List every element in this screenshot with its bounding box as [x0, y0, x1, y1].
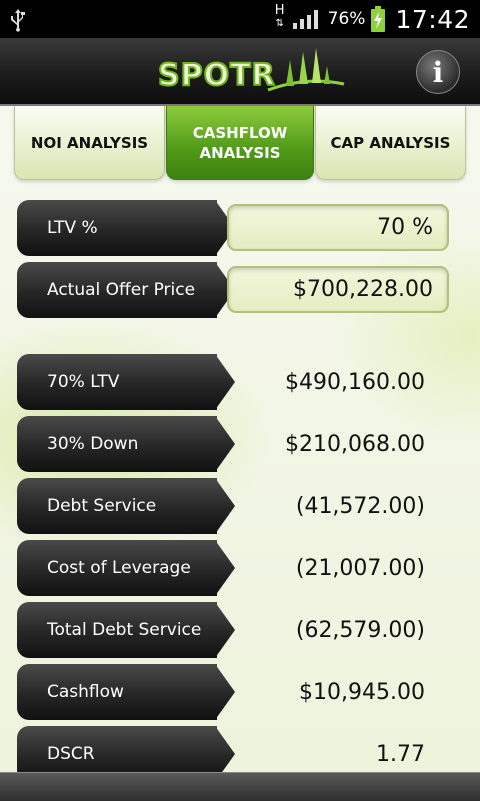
analysis-tabs: NOI ANALYSIS CASHFLOW ANALYSIS CAP ANALY…	[14, 106, 466, 181]
cost-of-leverage-row: Cost of Leverage (21,007.00)	[17, 540, 463, 596]
network-type-icon: H ⇅	[274, 2, 285, 29]
row-label: DSCR	[17, 726, 217, 772]
status-bar: H ⇅ 76% 17:42	[0, 0, 480, 38]
row-label: Cashflow	[17, 664, 217, 720]
signal-icon	[292, 10, 318, 29]
info-button[interactable]: i	[416, 50, 460, 94]
battery-percent: 76%	[327, 9, 366, 29]
tab-label: NOI ANALYSIS	[30, 133, 149, 152]
row-value: 1.77	[376, 741, 425, 767]
dscr-row: DSCR 1.77	[17, 726, 463, 772]
usb-icon	[11, 9, 25, 32]
row-value: (41,572.00)	[295, 493, 425, 519]
row-label: Cost of Leverage	[17, 540, 217, 596]
app-header: SPOTR i	[0, 38, 480, 106]
down-payment-row: 30% Down $210,068.00	[17, 416, 463, 472]
spotr-logo: SPOTR	[157, 46, 345, 98]
tab-label: CASHFLOW ANALYSIS	[192, 123, 288, 162]
row-value: (62,579.00)	[295, 617, 425, 643]
buildings-icon	[267, 48, 345, 92]
battery-charging-icon	[371, 6, 386, 32]
logo-text: SPOTR	[157, 57, 276, 94]
row-label: Total Debt Service	[17, 602, 217, 658]
info-icon: i	[432, 55, 444, 89]
cashflow-content: NOI ANALYSIS CASHFLOW ANALYSIS CAP ANALY…	[0, 106, 480, 772]
row-label: 30% Down	[17, 416, 217, 472]
debt-service-row: Debt Service (41,572.00)	[17, 478, 463, 534]
ltv-percent-field[interactable]: 70 %	[227, 204, 449, 251]
tab-label: CAP ANALYSIS	[330, 133, 451, 152]
row-value: $10,945.00	[299, 679, 425, 705]
cashflow-row: Cashflow $10,945.00	[17, 664, 463, 720]
offer-price-row: Actual Offer Price $700,228.00	[17, 262, 463, 318]
row-value: $210,068.00	[285, 431, 425, 457]
row-label: LTV %	[17, 200, 217, 256]
total-debt-service-row: Total Debt Service (62,579.00)	[17, 602, 463, 658]
tab-cashflow-analysis[interactable]: CASHFLOW ANALYSIS	[166, 106, 314, 180]
clock: 17:42	[395, 4, 470, 34]
offer-price-field[interactable]: $700,228.00	[227, 266, 449, 313]
bottom-bar	[0, 772, 480, 801]
row-label: 70% LTV	[17, 354, 217, 410]
row-value: $490,160.00	[285, 369, 425, 395]
row-label: Debt Service	[17, 478, 217, 534]
tab-noi-analysis[interactable]: NOI ANALYSIS	[14, 106, 165, 180]
row-value: (21,007.00)	[295, 555, 425, 581]
tab-cap-analysis[interactable]: CAP ANALYSIS	[315, 106, 466, 180]
row-label: Actual Offer Price	[17, 262, 217, 318]
ltv-amount-row: 70% LTV $490,160.00	[17, 354, 463, 410]
ltv-percent-row: LTV % 70 %	[17, 200, 463, 256]
